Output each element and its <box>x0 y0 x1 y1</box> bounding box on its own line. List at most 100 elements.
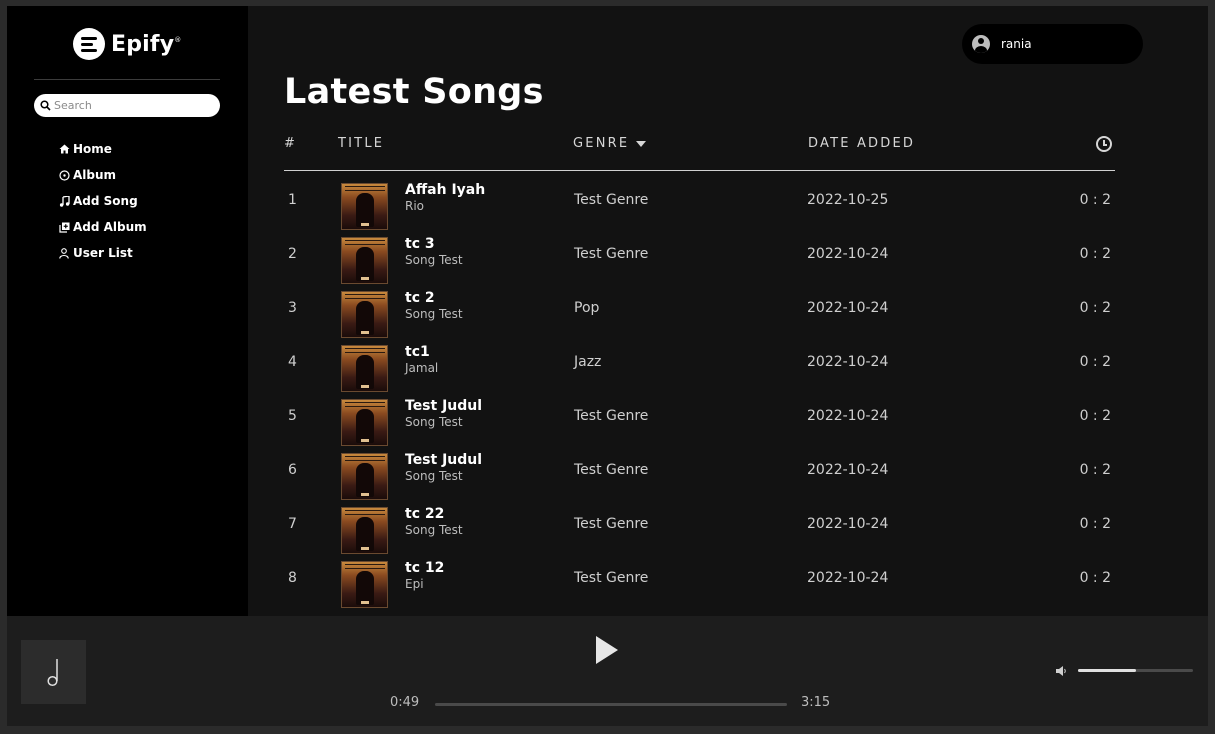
song-artist: Jamal <box>405 361 439 375</box>
song-title: tc 22 <box>405 506 445 522</box>
song-duration: 0 : 2 <box>1079 192 1111 208</box>
play-button[interactable] <box>596 636 618 664</box>
song-duration: 0 : 2 <box>1079 408 1111 424</box>
sidebar-item-label: Home <box>73 142 112 156</box>
album-cover <box>341 507 388 554</box>
avatar-icon <box>972 35 990 53</box>
sidebar-item-home[interactable]: Home <box>57 136 147 162</box>
row-number: 2 <box>288 246 297 262</box>
volume-icon[interactable] <box>1056 666 1068 676</box>
album-cover <box>341 291 388 338</box>
page-title: Latest Songs <box>284 72 544 112</box>
user-menu-button[interactable]: rania <box>962 24 1143 64</box>
song-duration: 0 : 2 <box>1079 516 1111 532</box>
sidebar-divider <box>34 79 220 80</box>
clock-icon <box>1096 136 1112 152</box>
song-artist: Song Test <box>405 253 463 267</box>
sidebar-item-album[interactable]: Album <box>57 162 147 188</box>
sidebar-item-user-list[interactable]: User List <box>57 240 147 266</box>
row-number: 6 <box>288 462 297 478</box>
logo-icon <box>73 28 105 60</box>
song-genre: Test Genre <box>574 462 649 478</box>
progress-bar[interactable] <box>435 703 787 706</box>
row-number: 3 <box>288 300 297 316</box>
table-row[interactable]: 8 tc 12 Epi Test Genre 2022-10-24 0 : 2 <box>284 549 1115 608</box>
song-date-added: 2022-10-24 <box>807 354 889 370</box>
sidebar: Epify® Home Album <box>7 6 248 616</box>
user-icon <box>57 247 71 259</box>
volume-slider[interactable] <box>1078 669 1193 672</box>
song-date-added: 2022-10-24 <box>807 408 889 424</box>
sidebar-item-label: Add Album <box>73 220 147 234</box>
table-header: # TITLE GENRE DATE ADDED <box>284 132 1115 171</box>
song-artist: Epi <box>405 577 424 591</box>
now-playing-thumbnail <box>21 640 86 704</box>
song-duration: 0 : 2 <box>1079 246 1111 262</box>
home-icon <box>57 144 71 154</box>
row-number: 5 <box>288 408 297 424</box>
song-title: Test Judul <box>405 452 483 468</box>
album-cover <box>341 345 388 392</box>
song-genre: Test Genre <box>574 408 649 424</box>
header-date-added: DATE ADDED <box>808 136 916 151</box>
song-title: tc 12 <box>405 560 445 576</box>
song-date-added: 2022-10-24 <box>807 246 889 262</box>
sidebar-item-add-album[interactable]: Add Album <box>57 214 147 240</box>
song-title: tc1 <box>405 344 430 360</box>
song-date-added: 2022-10-24 <box>807 462 889 478</box>
table-row[interactable]: 4 tc1 Jamal Jazz 2022-10-24 0 : 2 <box>284 333 1115 392</box>
header-genre[interactable]: GENRE <box>573 136 647 151</box>
song-genre: Jazz <box>574 354 602 370</box>
current-time: 0:49 <box>390 695 420 710</box>
table-body: 1 Affah Iyah Rio Test Genre 2022-10-25 0… <box>284 171 1115 608</box>
song-genre: Test Genre <box>574 246 649 262</box>
table-row[interactable]: 2 tc 3 Song Test Test Genre 2022-10-24 0… <box>284 225 1115 284</box>
player-bar: 0:49 3:15 <box>7 616 1208 726</box>
search-icon <box>40 100 51 111</box>
song-duration: 0 : 2 <box>1079 354 1111 370</box>
brand-logo[interactable]: Epify® <box>73 28 181 60</box>
song-title: Test Judul <box>405 398 483 414</box>
sidebar-item-add-song[interactable]: Add Song <box>57 188 147 214</box>
add-album-icon <box>57 222 71 233</box>
table-row[interactable]: 1 Affah Iyah Rio Test Genre 2022-10-25 0… <box>284 171 1115 230</box>
song-duration: 0 : 2 <box>1079 570 1111 586</box>
header-number: # <box>284 136 298 151</box>
song-genre: Test Genre <box>574 570 649 586</box>
volume-fill <box>1078 669 1136 672</box>
album-icon <box>57 169 71 181</box>
row-number: 7 <box>288 516 297 532</box>
search-box[interactable] <box>34 94 220 117</box>
song-genre: Test Genre <box>574 192 649 208</box>
music-note-icon <box>46 659 58 687</box>
album-cover <box>341 237 388 284</box>
sidebar-nav: Home Album Add Song Add Album User List <box>57 136 147 266</box>
song-artist: Song Test <box>405 523 463 537</box>
album-cover <box>341 561 388 608</box>
song-date-added: 2022-10-24 <box>807 300 889 316</box>
search-input[interactable] <box>54 99 214 112</box>
song-date-added: 2022-10-24 <box>807 516 889 532</box>
song-date-added: 2022-10-25 <box>807 192 889 208</box>
username: rania <box>1001 37 1032 51</box>
song-artist: Song Test <box>405 469 463 483</box>
table-row[interactable]: 6 Test Judul Song Test Test Genre 2022-1… <box>284 441 1115 500</box>
song-title: tc 3 <box>405 236 435 252</box>
song-date-added: 2022-10-24 <box>807 570 889 586</box>
song-artist: Rio <box>405 199 425 213</box>
song-artist: Song Test <box>405 307 463 321</box>
header-genre-label: GENRE <box>573 136 630 151</box>
song-title: tc 2 <box>405 290 435 306</box>
music-note-icon <box>57 195 71 207</box>
row-number: 8 <box>288 570 297 586</box>
album-cover <box>341 183 388 230</box>
app-window: Epify® Home Album <box>7 6 1208 726</box>
song-title: Affah Iyah <box>405 182 486 198</box>
table-row[interactable]: 5 Test Judul Song Test Test Genre 2022-1… <box>284 387 1115 446</box>
row-number: 1 <box>288 192 297 208</box>
filter-icon[interactable] <box>636 140 647 147</box>
song-duration: 0 : 2 <box>1079 300 1111 316</box>
table-row[interactable]: 3 tc 2 Song Test Pop 2022-10-24 0 : 2 <box>284 279 1115 338</box>
table-row[interactable]: 7 tc 22 Song Test Test Genre 2022-10-24 … <box>284 495 1115 554</box>
total-time: 3:15 <box>801 695 831 710</box>
